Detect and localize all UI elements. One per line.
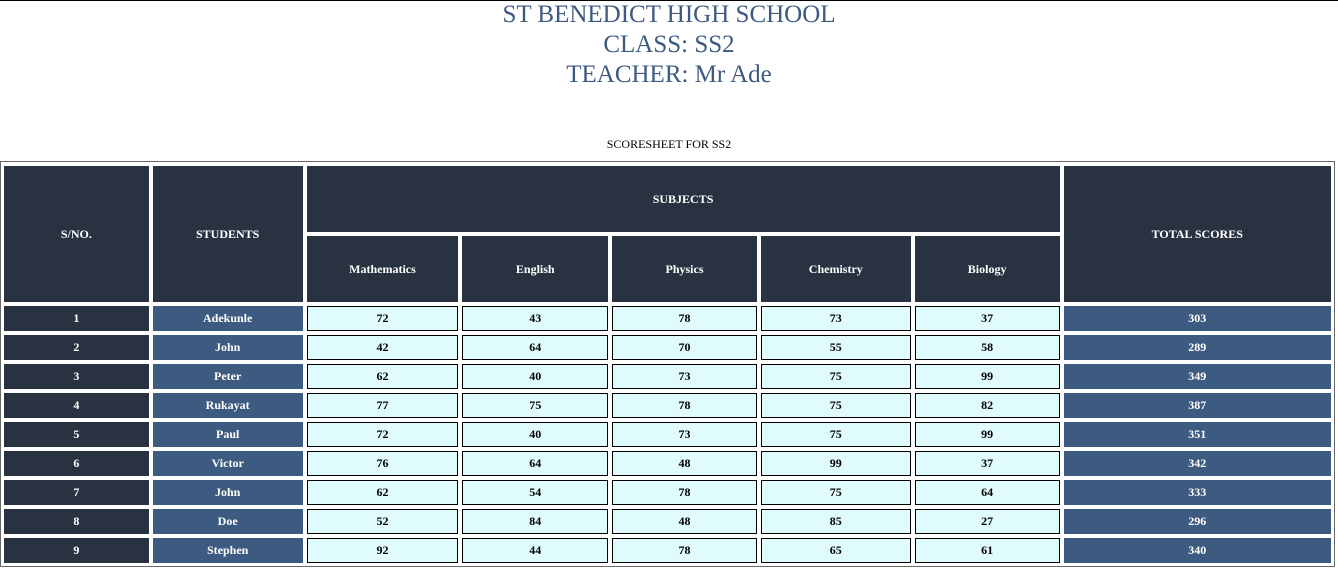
cell-total-score: 387: [1063, 393, 1331, 418]
header-subject-mathematics: Mathematics: [306, 236, 459, 302]
cell-score-biology: 61: [914, 538, 1060, 563]
cell-score-english: 43: [462, 306, 609, 331]
header-subject-chemistry: Chemistry: [760, 236, 911, 302]
cell-score-biology: 99: [914, 422, 1060, 447]
cell-total-score: 351: [1063, 422, 1331, 447]
cell-score-mathematics: 62: [306, 480, 459, 505]
cell-score-physics: 78: [612, 393, 757, 418]
header-total: TOTAL SCORES: [1063, 166, 1331, 302]
cell-total-score: 296: [1063, 509, 1331, 534]
cell-score-english: 40: [462, 364, 609, 389]
cell-score-physics: 73: [612, 422, 757, 447]
table-row: 3 Peter 62 40 73 75 99 349: [4, 364, 1331, 389]
cell-sn: 5: [4, 422, 149, 447]
cell-sn: 7: [4, 480, 149, 505]
cell-score-mathematics: 77: [306, 393, 459, 418]
cell-score-english: 44: [462, 538, 609, 563]
cell-total-score: 349: [1063, 364, 1331, 389]
scoresheet-container: S/NO. STUDENTS SUBJECTS TOTAL SCORES Mat…: [0, 161, 1335, 567]
cell-score-biology: 37: [914, 451, 1060, 476]
cell-score-chemistry: 75: [760, 393, 911, 418]
table-row: 7 John 62 54 78 75 64 333: [4, 480, 1331, 505]
teacher-label: TEACHER: Mr Ade: [566, 61, 772, 88]
cell-score-chemistry: 75: [760, 422, 911, 447]
cell-score-chemistry: 65: [760, 538, 911, 563]
cell-score-chemistry: 85: [760, 509, 911, 534]
cell-score-english: 84: [462, 509, 609, 534]
cell-score-mathematics: 62: [306, 364, 459, 389]
cell-score-physics: 78: [612, 480, 757, 505]
cell-score-physics: 48: [612, 451, 757, 476]
cell-student-name: Peter: [152, 364, 303, 389]
cell-score-biology: 37: [914, 306, 1060, 331]
cell-score-physics: 78: [612, 538, 757, 563]
table-row: 4 Rukayat 77 75 78 75 82 387: [4, 393, 1331, 418]
table-row: 6 Victor 76 64 48 99 37 342: [4, 451, 1331, 476]
header-subject-biology: Biology: [914, 236, 1060, 302]
table-row: 2 John 42 64 70 55 58 289: [4, 335, 1331, 360]
cell-score-chemistry: 75: [760, 480, 911, 505]
cell-score-english: 54: [462, 480, 609, 505]
cell-sn: 4: [4, 393, 149, 418]
cell-score-physics: 78: [612, 306, 757, 331]
cell-score-english: 64: [462, 335, 609, 360]
class-label: CLASS: SS2: [603, 31, 735, 58]
cell-student-name: John: [152, 335, 303, 360]
table-row: 1 Adekunle 72 43 78 73 37 303: [4, 306, 1331, 331]
cell-sn: 9: [4, 538, 149, 563]
cell-sn: 3: [4, 364, 149, 389]
page-header: ST BENEDICT HIGH SCHOOL CLASS: SS2 TEACH…: [0, 0, 1338, 90]
cell-score-english: 40: [462, 422, 609, 447]
cell-score-biology: 64: [914, 480, 1060, 505]
cell-student-name: Rukayat: [152, 393, 303, 418]
cell-student-name: John: [152, 480, 303, 505]
cell-student-name: Doe: [152, 509, 303, 534]
cell-student-name: Adekunle: [152, 306, 303, 331]
cell-score-chemistry: 73: [760, 306, 911, 331]
cell-score-chemistry: 75: [760, 364, 911, 389]
header-subject-english: English: [462, 236, 609, 302]
cell-student-name: Stephen: [152, 538, 303, 563]
top-border: [0, 0, 1338, 1]
cell-score-english: 64: [462, 451, 609, 476]
cell-total-score: 303: [1063, 306, 1331, 331]
header-students: STUDENTS: [152, 166, 303, 302]
cell-score-biology: 99: [914, 364, 1060, 389]
scoresheet-table: S/NO. STUDENTS SUBJECTS TOTAL SCORES Mat…: [0, 162, 1335, 567]
cell-score-english: 75: [462, 393, 609, 418]
cell-sn: 2: [4, 335, 149, 360]
cell-score-physics: 73: [612, 364, 757, 389]
cell-total-score: 289: [1063, 335, 1331, 360]
header-subjects: SUBJECTS: [306, 166, 1060, 232]
cell-score-mathematics: 42: [306, 335, 459, 360]
cell-sn: 6: [4, 451, 149, 476]
header-subject-physics: Physics: [612, 236, 757, 302]
cell-score-mathematics: 72: [306, 422, 459, 447]
scoresheet-body: 1 Adekunle 72 43 78 73 37 303 2 John 42 64 70 55 58 289…: [4, 306, 1331, 563]
header-sn: S/NO.: [4, 166, 149, 302]
cell-total-score: 342: [1063, 451, 1331, 476]
cell-total-score: 333: [1063, 480, 1331, 505]
cell-score-physics: 48: [612, 509, 757, 534]
cell-score-physics: 70: [612, 335, 757, 360]
cell-score-biology: 82: [914, 393, 1060, 418]
cell-sn: 1: [4, 306, 149, 331]
cell-total-score: 340: [1063, 538, 1331, 563]
table-row: 8 Doe 52 84 48 85 27 296: [4, 509, 1331, 534]
cell-sn: 8: [4, 509, 149, 534]
cell-score-mathematics: 92: [306, 538, 459, 563]
cell-student-name: Victor: [152, 451, 303, 476]
cell-score-mathematics: 52: [306, 509, 459, 534]
cell-score-chemistry: 55: [760, 335, 911, 360]
table-row: 5 Paul 72 40 73 75 99 351: [4, 422, 1331, 447]
school-name: ST BENEDICT HIGH SCHOOL: [502, 1, 836, 28]
cell-student-name: Paul: [152, 422, 303, 447]
cell-score-biology: 58: [914, 335, 1060, 360]
cell-score-mathematics: 76: [306, 451, 459, 476]
table-caption: SCORESHEET FOR SS2: [606, 137, 732, 151]
table-row: 9 Stephen 92 44 78 65 61 340: [4, 538, 1331, 563]
cell-score-chemistry: 99: [760, 451, 911, 476]
cell-score-biology: 27: [914, 509, 1060, 534]
cell-score-mathematics: 72: [306, 306, 459, 331]
